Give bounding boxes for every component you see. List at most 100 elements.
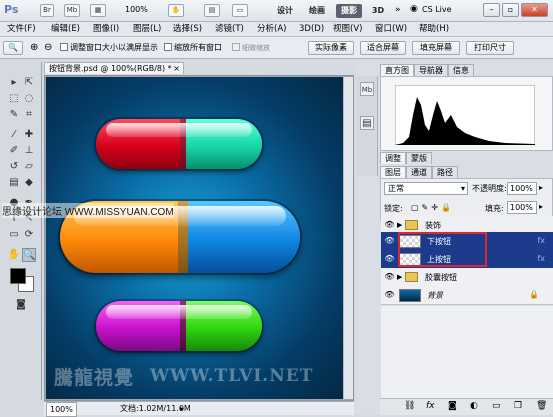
- cs-live-button[interactable]: CS Live: [422, 5, 452, 14]
- lock-icons[interactable]: ▢✎✛🔒: [411, 203, 454, 212]
- link-layers-icon[interactable]: ⛓: [404, 401, 415, 411]
- tab-info[interactable]: 信息: [448, 64, 474, 76]
- visibility-eye-icon[interactable]: 👁: [384, 236, 395, 246]
- zoom-out-icon[interactable]: ⊖: [44, 42, 52, 53]
- artboard-tool-icon[interactable]: ⇱: [22, 76, 36, 90]
- close-tab-icon[interactable]: ×: [173, 63, 180, 74]
- tab-histogram[interactable]: 直方图: [380, 64, 414, 76]
- layer-effects-icon[interactable]: fx: [537, 236, 545, 245]
- minimize-button[interactable]: –: [483, 3, 500, 17]
- menu-filter[interactable]: 滤镜(T): [212, 23, 247, 36]
- eyedropper-tool-icon[interactable]: ⁄: [7, 128, 21, 142]
- canvas[interactable]: 騰龍視覺 WWW.TLVI.NET: [46, 77, 343, 399]
- workspace-painting[interactable]: 绘画: [304, 4, 330, 18]
- workspace-photography[interactable]: 摄影: [336, 4, 362, 18]
- new-layer-icon[interactable]: ❐: [514, 401, 522, 411]
- menu-view[interactable]: 视图(V): [330, 23, 365, 36]
- status-menu-icon[interactable]: ▸: [180, 402, 184, 415]
- add-mask-icon[interactable]: ◙: [448, 401, 457, 411]
- delete-layer-icon[interactable]: 🗑: [536, 401, 547, 411]
- visibility-eye-icon[interactable]: 👁: [384, 254, 395, 264]
- history-panel-icon[interactable]: ▤: [360, 116, 374, 130]
- tab-layers[interactable]: 图层: [380, 166, 406, 178]
- menu-file[interactable]: 文件(F): [4, 23, 39, 36]
- bottom-capsule-button: [96, 301, 262, 351]
- close-button[interactable]: ✕: [521, 3, 548, 17]
- fit-screen-button[interactable]: 适合屏幕: [360, 41, 406, 55]
- view-extras-button[interactable]: ▦: [90, 4, 106, 17]
- options-bar: 🔍 ⊕ ⊖ 调整窗口大小以满屏显示 缩放所有窗口 细微缩放 实际像素 适合屏幕 …: [0, 37, 553, 59]
- tab-paths[interactable]: 路径: [432, 166, 458, 178]
- 3d-rotate-tool-icon[interactable]: ⟳: [22, 228, 36, 242]
- zoom-tool-icon[interactable]: 🔍: [22, 248, 36, 262]
- tab-navigator[interactable]: 导航器: [414, 64, 448, 76]
- healing-brush-tool-icon[interactable]: ✚: [22, 128, 36, 142]
- adjustment-layer-icon[interactable]: ◐: [470, 401, 478, 411]
- folder-icon: [405, 272, 418, 282]
- brush-tool-icon[interactable]: ✐: [7, 144, 21, 158]
- bridge-button[interactable]: Br: [40, 4, 54, 17]
- mini-bridge-button[interactable]: Mb: [64, 4, 80, 17]
- menu-help[interactable]: 帮助(H): [416, 23, 452, 36]
- print-size-button[interactable]: 打印尺寸: [466, 41, 514, 55]
- tab-masks[interactable]: 蒙版: [406, 152, 432, 164]
- mini-bridge-panel-icon[interactable]: Mb: [360, 82, 374, 96]
- actual-pixels-button[interactable]: 实际像素: [308, 41, 354, 55]
- screen-mode-button[interactable]: ▭: [232, 4, 248, 17]
- layer-name: 装饰: [425, 221, 441, 230]
- vertical-scrollbar[interactable]: [343, 77, 353, 399]
- shape-tool-icon[interactable]: ▭: [7, 228, 21, 242]
- menu-image[interactable]: 图像(I): [90, 23, 122, 36]
- workspace-design[interactable]: 设计: [272, 4, 298, 18]
- expand-triangle-icon[interactable]: ▶: [397, 273, 402, 281]
- expand-triangle-icon[interactable]: ▶: [397, 221, 402, 229]
- history-brush-tool-icon[interactable]: ↺: [7, 160, 21, 174]
- layer-effects-icon[interactable]: fx: [537, 254, 545, 263]
- workspace-more-icon[interactable]: »: [395, 5, 401, 15]
- blur-tool-icon[interactable]: ◆: [22, 176, 36, 190]
- restore-button[interactable]: ▫: [502, 3, 519, 17]
- fill-screen-button[interactable]: 填充屏幕: [412, 41, 460, 55]
- document-tab[interactable]: 按钮背景.psd @ 100%(RGB/8) * ×: [44, 62, 184, 74]
- resize-windows-checkbox[interactable]: [60, 43, 68, 51]
- crop-tool-icon[interactable]: ⌗: [22, 108, 36, 122]
- zoom-level-select[interactable]: 100%: [125, 5, 148, 14]
- cs-live-icon[interactable]: ◉: [410, 4, 418, 14]
- menu-3d[interactable]: 3D(D): [296, 23, 327, 36]
- layer-row-group-capsule[interactable]: 👁 ▶ 胶囊按钮: [381, 268, 553, 287]
- zoom-in-icon[interactable]: ⊕: [30, 42, 38, 53]
- opacity-arrow-icon[interactable]: ▸: [539, 183, 543, 192]
- visibility-eye-icon[interactable]: 👁: [384, 272, 395, 282]
- scrubby-zoom-checkbox[interactable]: [232, 43, 240, 51]
- eraser-tool-icon[interactable]: ▱: [22, 160, 36, 174]
- menu-window[interactable]: 窗口(W): [372, 23, 410, 36]
- tab-adjustments[interactable]: 调整: [380, 152, 406, 164]
- lasso-tool-icon[interactable]: ◌: [22, 92, 36, 106]
- opacity-field[interactable]: 100%: [507, 182, 537, 195]
- layer-style-icon[interactable]: fx: [426, 401, 435, 411]
- quick-mask-icon[interactable]: ◙: [14, 298, 28, 312]
- layer-row-background[interactable]: 👁 背景 🔒: [381, 286, 553, 305]
- workspace-3d[interactable]: 3D: [368, 4, 388, 18]
- zoom-all-checkbox[interactable]: [164, 43, 172, 51]
- menu-select[interactable]: 选择(S): [170, 23, 205, 36]
- hand-tool-button[interactable]: ✋: [168, 4, 184, 17]
- tool-preset-button[interactable]: 🔍: [3, 41, 23, 55]
- new-group-icon[interactable]: ▭: [492, 401, 501, 411]
- visibility-eye-icon[interactable]: 👁: [384, 290, 395, 300]
- hand-tool-icon[interactable]: ✋: [7, 248, 21, 262]
- visibility-eye-icon[interactable]: 👁: [384, 220, 395, 230]
- tab-channels[interactable]: 通道: [406, 166, 432, 178]
- arrange-documents-button[interactable]: ▤: [204, 4, 220, 17]
- menu-analysis[interactable]: 分析(A): [254, 23, 289, 36]
- quick-select-tool-icon[interactable]: ✎: [7, 108, 21, 122]
- marquee-tool-icon[interactable]: ⬚: [7, 92, 21, 106]
- clone-stamp-tool-icon[interactable]: ⊥: [22, 144, 36, 158]
- menu-edit[interactable]: 编辑(E): [48, 23, 83, 36]
- menu-layer[interactable]: 图层(L): [130, 23, 164, 36]
- gradient-tool-icon[interactable]: ▤: [7, 176, 21, 190]
- fill-field[interactable]: 100%: [507, 201, 537, 214]
- blend-mode-select[interactable]: 正常 ▾: [384, 182, 468, 195]
- move-tool-icon[interactable]: ▸: [7, 76, 21, 90]
- fill-arrow-icon[interactable]: ▸: [539, 202, 543, 211]
